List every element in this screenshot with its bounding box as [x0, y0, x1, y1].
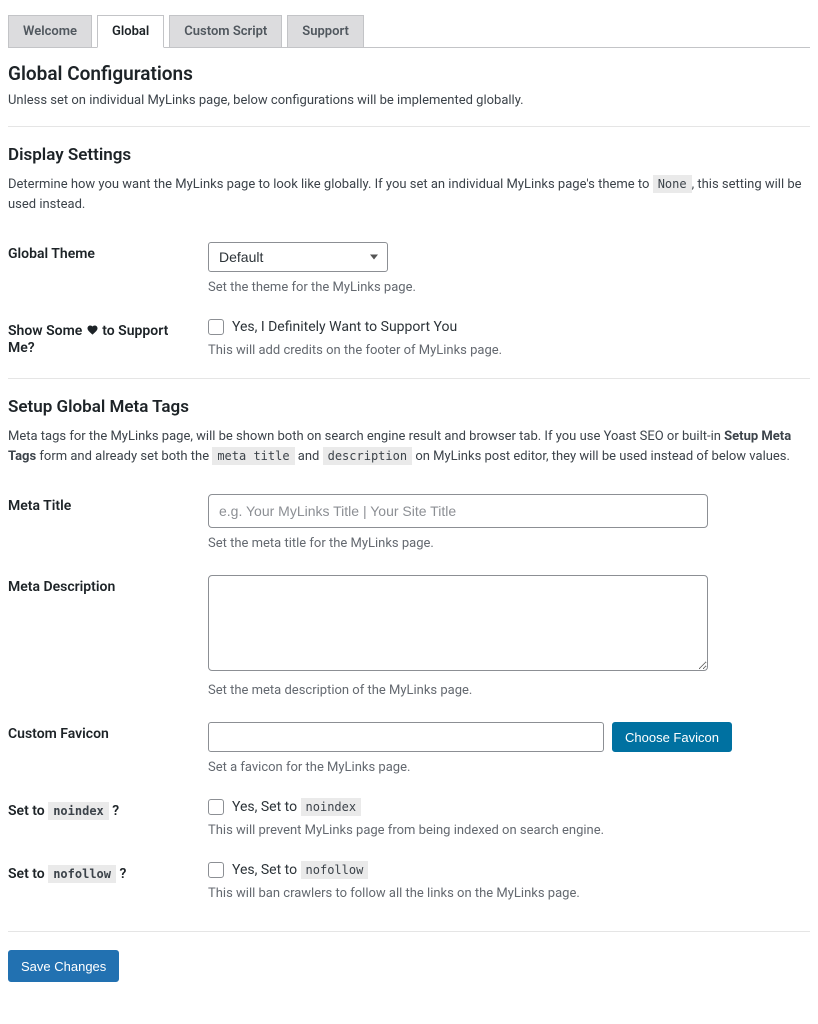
- meta-description-textarea[interactable]: [208, 575, 708, 671]
- page-title: Global Configurations: [8, 62, 810, 85]
- tab-custom-script[interactable]: Custom Script: [169, 15, 282, 48]
- support-me-label: Show Some to Support Me?: [8, 307, 208, 372]
- noindex-checkbox-label: Yes, Set to noindex: [232, 799, 361, 815]
- display-settings-desc: Determine how you want the MyLinks page …: [8, 175, 810, 214]
- tab-welcome[interactable]: Welcome: [8, 15, 92, 48]
- global-theme-label: Global Theme: [8, 230, 208, 307]
- meta-title-input[interactable]: [208, 494, 708, 528]
- noindex-label: Set to noindex ?: [8, 787, 208, 850]
- global-theme-select[interactable]: Default: [208, 242, 388, 272]
- noindex-help: This will prevent MyLinks page from bein…: [208, 823, 800, 838]
- tab-global[interactable]: Global: [97, 15, 164, 48]
- description-code: description: [323, 447, 412, 465]
- support-me-checkbox-label: Yes, I Definitely Want to Support You: [232, 319, 457, 335]
- meta-description-help: Set the meta description of the MyLinks …: [208, 683, 800, 698]
- nofollow-help: This will ban crawlers to follow all the…: [208, 886, 800, 901]
- meta-tags-desc: Meta tags for the MyLinks page, will be …: [8, 427, 810, 466]
- divider: [8, 931, 810, 932]
- tab-support[interactable]: Support: [287, 15, 364, 48]
- meta-tags-title: Setup Global Meta Tags: [8, 397, 810, 417]
- tab-bar: Welcome Global Custom Script Support: [8, 15, 810, 48]
- meta-title-code: meta title: [212, 447, 294, 465]
- noindex-code: noindex: [48, 802, 109, 820]
- custom-favicon-label: Custom Favicon: [8, 710, 208, 787]
- divider: [8, 378, 810, 379]
- noindex-checkbox[interactable]: [208, 799, 224, 815]
- nofollow-code: nofollow: [48, 865, 116, 883]
- meta-title-label: Meta Title: [8, 482, 208, 563]
- meta-description-label: Meta Description: [8, 563, 208, 710]
- custom-favicon-help: Set a favicon for the MyLinks page.: [208, 760, 800, 775]
- custom-favicon-input[interactable]: [208, 722, 604, 752]
- nofollow-checkbox[interactable]: [208, 862, 224, 878]
- choose-favicon-button[interactable]: Choose Favicon: [612, 722, 732, 752]
- page-description: Unless set on individual MyLinks page, b…: [8, 93, 810, 108]
- none-code: None: [653, 175, 692, 193]
- divider: [8, 126, 810, 127]
- nofollow-code-inline: nofollow: [301, 861, 369, 879]
- heart-icon: [86, 324, 99, 340]
- support-me-help: This will add credits on the footer of M…: [208, 343, 800, 358]
- nofollow-checkbox-label: Yes, Set to nofollow: [232, 862, 368, 878]
- global-theme-help: Set the theme for the MyLinks page.: [208, 280, 800, 295]
- meta-title-help: Set the meta title for the MyLinks page.: [208, 536, 800, 551]
- save-changes-button[interactable]: Save Changes: [8, 950, 119, 982]
- noindex-code-inline: noindex: [301, 798, 362, 816]
- display-settings-title: Display Settings: [8, 145, 810, 165]
- support-me-checkbox[interactable]: [208, 319, 224, 335]
- nofollow-label: Set to nofollow ?: [8, 850, 208, 913]
